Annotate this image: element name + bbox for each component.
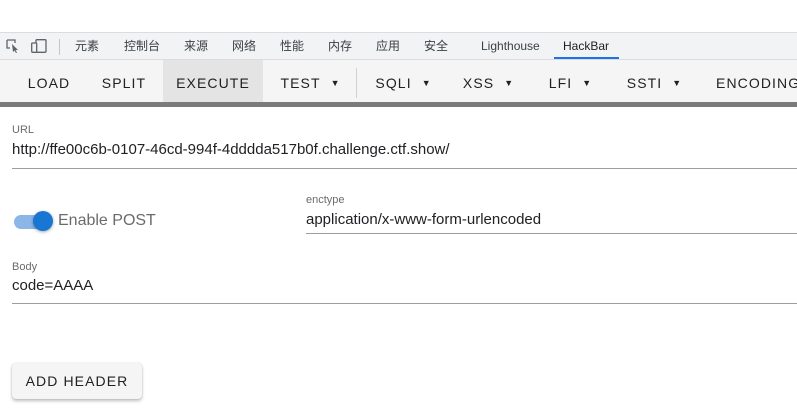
active-tab-indicator <box>554 57 619 59</box>
enable-post-label: Enable POST <box>58 212 156 229</box>
xss-menu-button[interactable]: XSS ▼ <box>452 60 524 103</box>
execute-button-label: EXECUTE <box>176 75 250 91</box>
page-top-area <box>0 0 797 32</box>
tab-hackbar[interactable]: HackBar <box>563 33 609 59</box>
lfi-menu-button[interactable]: LFI ▼ <box>536 60 604 103</box>
sqli-chevron-down-icon: ▼ <box>421 78 431 88</box>
tab-sources[interactable]: 来源 <box>184 33 208 59</box>
inspect-element-icon[interactable] <box>6 39 20 58</box>
encoding-menu-button[interactable]: ENCODING <box>706 60 797 103</box>
enctype-underline <box>306 233 797 234</box>
ssti-menu-button[interactable]: SSTI ▼ <box>614 60 694 103</box>
execute-button[interactable]: EXECUTE <box>163 60 263 103</box>
enctype-select[interactable]: application/x-www-form-urlencoded <box>306 211 541 228</box>
add-header-label: ADD HEADER <box>25 373 129 389</box>
sqli-menu-button[interactable]: SQLI ▼ <box>364 60 442 103</box>
tab-lighthouse[interactable]: Lighthouse <box>481 33 540 59</box>
tab-security[interactable]: 安全 <box>424 33 448 59</box>
url-input[interactable]: http://ffe00c6b-0107-46cd-994f-4dddda517… <box>12 141 450 158</box>
enable-post-toggle[interactable] <box>14 209 53 235</box>
toolbar-bottom-bar <box>0 102 797 107</box>
test-menu-button[interactable]: TEST ▼ <box>268 60 352 103</box>
tab-console[interactable]: 控制台 <box>124 33 160 59</box>
enctype-label: enctype <box>306 194 345 206</box>
xss-menu-label: XSS <box>462 75 495 91</box>
lfi-chevron-down-icon: ▼ <box>582 78 592 88</box>
toolbar-separator <box>356 68 357 98</box>
split-button-label: SPLIT <box>101 75 147 91</box>
test-menu-label: TEST <box>280 75 321 91</box>
xss-chevron-down-icon: ▼ <box>504 78 514 88</box>
load-button-label: LOAD <box>27 75 71 91</box>
body-label: Body <box>12 261 38 273</box>
hackbar-toolbar: LOAD SPLIT EXECUTE TEST ▼ SQLI ▼ XSS ▼ LFI ▼… <box>0 60 797 103</box>
device-toolbar-icon[interactable] <box>31 39 47 58</box>
url-underline <box>12 168 797 169</box>
tab-memory[interactable]: 内存 <box>328 33 352 59</box>
devtools-separator <box>59 39 60 55</box>
body-underline <box>12 303 797 304</box>
lfi-menu-label: LFI <box>548 75 573 91</box>
encoding-menu-label: ENCODING <box>716 75 797 91</box>
load-button[interactable]: LOAD <box>14 60 84 103</box>
test-chevron-down-icon: ▼ <box>330 78 340 88</box>
ssti-menu-label: SSTI <box>626 75 663 91</box>
url-label: URL <box>12 124 35 136</box>
body-input[interactable]: code=AAAA <box>12 277 93 294</box>
split-button[interactable]: SPLIT <box>88 60 160 103</box>
add-header-button[interactable]: ADD HEADER <box>12 363 142 399</box>
devtools-tab-bar: 元素 控制台 来源 网络 性能 内存 应用 安全 Lighthouse Hack… <box>0 32 797 60</box>
tab-performance[interactable]: 性能 <box>280 33 304 59</box>
tab-network[interactable]: 网络 <box>232 33 256 59</box>
sqli-menu-label: SQLI <box>375 75 412 91</box>
tab-application[interactable]: 应用 <box>376 33 400 59</box>
tab-elements[interactable]: 元素 <box>75 33 99 59</box>
toggle-thumb <box>33 211 53 231</box>
ssti-chevron-down-icon: ▼ <box>672 78 682 88</box>
